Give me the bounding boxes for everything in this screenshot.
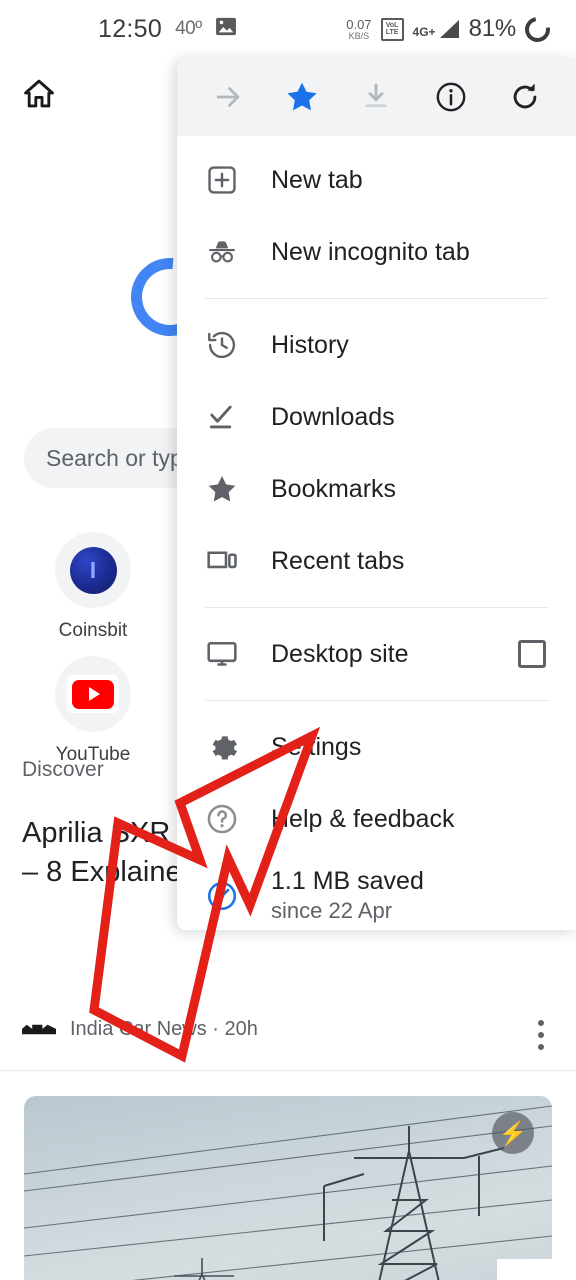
menu-item-label: Settings — [271, 732, 362, 761]
menu-items-list: New tab New incognito tab History Downlo… — [177, 136, 576, 930]
data-saver-subtitle: since 22 Apr — [271, 898, 393, 923]
home-icon[interactable] — [20, 74, 58, 112]
shortcut-coinsbit[interactable]: I Coinsbit — [28, 532, 158, 642]
status-bar-left: 12:50 40º — [98, 15, 237, 44]
incognito-icon — [205, 235, 249, 269]
menu-header-toolbar — [177, 58, 576, 136]
data-saver-text: 1.1 MB saved since 22 Apr — [271, 867, 424, 924]
status-temperature: 40º — [175, 18, 202, 39]
downloads-icon — [205, 400, 249, 434]
menu-item-label: New incognito tab — [271, 237, 470, 266]
menu-item-new-incognito-tab[interactable]: New incognito tab — [177, 216, 576, 288]
menu-item-new-tab[interactable]: New tab — [177, 144, 576, 216]
lightning-bolt-icon: ⚡ — [492, 1112, 534, 1154]
menu-item-bookmarks[interactable]: Bookmarks — [177, 453, 576, 525]
menu-item-label: History — [271, 330, 349, 359]
bookmark-star-icon[interactable] — [276, 71, 328, 123]
volte-icon: VoL LTE — [380, 17, 404, 41]
status-time: 12:50 — [98, 14, 163, 43]
network-speed-value: 0.07 — [346, 16, 372, 32]
menu-item-settings[interactable]: Settings — [177, 711, 576, 783]
data-saver-title: 1.1 MB saved — [271, 867, 424, 895]
menu-item-label: Downloads — [271, 402, 395, 431]
white-overlay-patch — [497, 1259, 576, 1280]
download-icon[interactable] — [350, 71, 402, 123]
network-speed: 0.07 KB/S — [346, 18, 371, 41]
shortcut-label: Coinsbit — [58, 620, 128, 641]
menu-item-label: Bookmarks — [271, 474, 397, 503]
signal-icon: 4G+ — [413, 19, 460, 39]
menu-separator-3 — [205, 700, 548, 701]
menu-item-label: Recent tabs — [271, 546, 405, 575]
battery-ring-icon — [520, 11, 555, 47]
menu-item-history[interactable]: History — [177, 309, 576, 381]
coinsbit-glyph: I — [89, 556, 97, 583]
publisher-logo-icon — [22, 1024, 56, 1035]
discover-heading: Discover — [22, 758, 104, 781]
data-saver-icon — [205, 879, 249, 913]
shortcut-youtube[interactable]: YouTube — [28, 656, 158, 766]
status-bar-right: 0.07 KB/S VoL LTE 4G+ 81% — [346, 11, 555, 47]
new-tab-icon — [205, 163, 249, 197]
menu-item-label: Help & feedback — [271, 804, 455, 833]
gear-icon — [205, 730, 249, 764]
recent-tabs-icon — [205, 544, 249, 578]
chrome-overflow-menu: New tab New incognito tab History Downlo… — [177, 58, 576, 930]
history-icon — [205, 328, 249, 362]
menu-separator-1 — [205, 298, 548, 299]
menu-item-downloads[interactable]: Downloads — [177, 381, 576, 453]
menu-item-recent-tabs[interactable]: Recent tabs — [177, 525, 576, 597]
menu-separator-2 — [205, 607, 548, 608]
network-speed-unit: KB/S — [348, 30, 370, 41]
volte-top: VoL — [385, 21, 399, 29]
battery-percent: 81% — [468, 15, 517, 42]
volte-bottom: LTE — [385, 29, 399, 36]
youtube-icon — [55, 656, 131, 732]
page-info-icon[interactable] — [425, 71, 477, 123]
menu-item-help-feedback[interactable]: Help & feedback — [177, 783, 576, 855]
article-meta: India Car News · 20h — [70, 1018, 258, 1040]
desktop-site-icon — [205, 637, 249, 671]
coinsbit-icon: I — [55, 532, 131, 608]
image-icon — [215, 17, 237, 41]
help-circle-icon — [205, 802, 249, 836]
article-source: India Car News · 20h — [22, 1018, 258, 1041]
article-photo[interactable]: ⚡ — [24, 1096, 552, 1280]
menu-item-label: Desktop site — [271, 639, 409, 668]
article-overflow-menu-icon[interactable] — [538, 1020, 544, 1056]
menu-item-desktop-site[interactable]: Desktop site — [177, 618, 576, 690]
feed-divider — [0, 1070, 576, 1071]
status-bar: 12:50 40º 0.07 KB/S VoL LTE 4G+ 81% — [0, 0, 576, 58]
menu-item-label: New tab — [271, 165, 363, 194]
reload-icon[interactable] — [499, 71, 551, 123]
bookmarks-star-icon — [205, 472, 249, 506]
network-type-label: 4G+ — [412, 25, 436, 39]
desktop-site-checkbox[interactable] — [518, 640, 546, 668]
menu-item-data-saver[interactable]: 1.1 MB saved since 22 Apr — [177, 855, 576, 930]
forward-icon[interactable] — [202, 71, 254, 123]
